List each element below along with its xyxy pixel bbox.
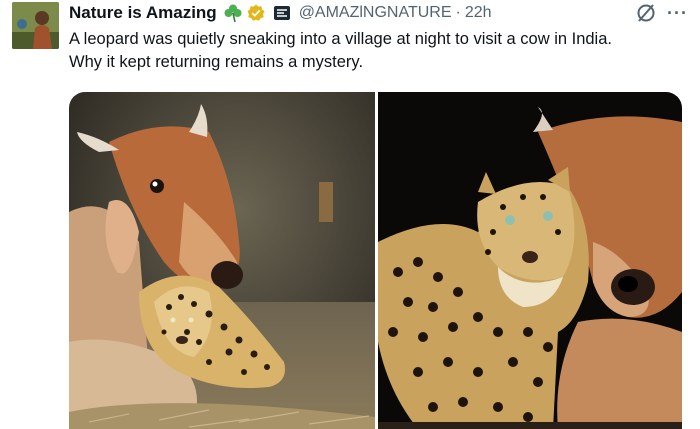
tweet-header: Nature is Amazing @AMAZlNGNATURE · 22h ·… bbox=[69, 2, 688, 24]
tweet-media[interactable] bbox=[69, 92, 682, 429]
user-handle[interactable]: @AMAZlNGNATURE bbox=[299, 4, 452, 22]
more-options-icon[interactable]: ··· bbox=[667, 4, 688, 22]
gold-verified-badge-icon[interactable] bbox=[247, 4, 265, 22]
tweet-text-line-2: Why it kept returning remains a mystery. bbox=[69, 53, 364, 71]
tweet-text-line-1: A leopard was quietly sneaking into a vi… bbox=[69, 30, 612, 48]
grok-icon[interactable] bbox=[635, 2, 657, 24]
header-actions: ··· bbox=[635, 2, 688, 24]
display-name[interactable]: Nature is Amazing bbox=[69, 3, 217, 23]
separator-dot: · bbox=[455, 4, 461, 21]
shamrock-icon bbox=[223, 3, 243, 23]
timestamp[interactable]: 22h bbox=[465, 4, 492, 22]
affiliate-badge-icon[interactable] bbox=[273, 5, 291, 21]
photo-cow-and-leopard-resting[interactable] bbox=[69, 92, 375, 429]
tweet-text: A leopard was quietly sneaking into a vi… bbox=[69, 28, 689, 74]
profile-avatar[interactable] bbox=[12, 2, 59, 49]
photo-leopard-beside-cow[interactable] bbox=[378, 92, 682, 429]
